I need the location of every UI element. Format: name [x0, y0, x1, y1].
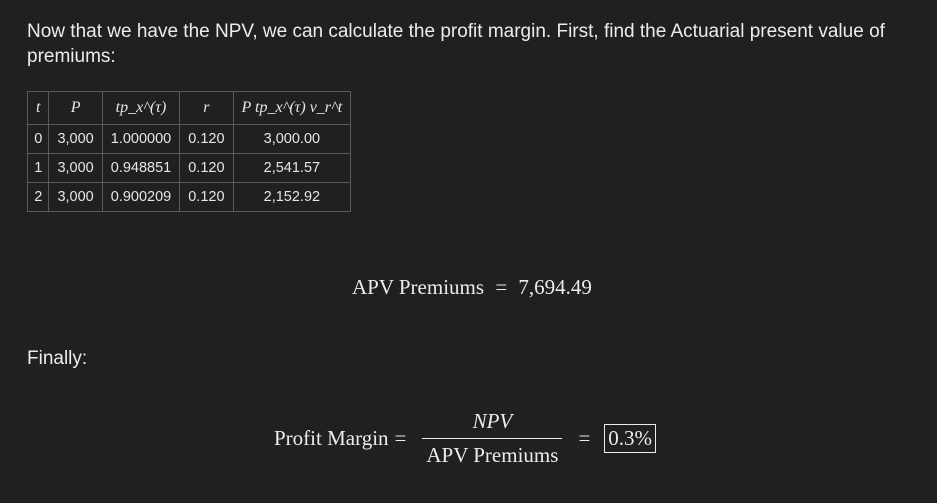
- table-cell: 0.120: [179, 124, 234, 154]
- table-row: 0 3,000 1.000000 0.120 3,000.00: [26, 124, 352, 154]
- apv-value: 7,694.49: [518, 275, 592, 299]
- table-cell: 0.900209: [101, 182, 181, 212]
- table-cell: 2,541.57: [232, 153, 352, 183]
- fraction-denominator: APV Premiums: [422, 437, 563, 468]
- profit-margin-label: Profit Margin: [274, 425, 389, 450]
- table-row: 2 3,000 0.900209 0.120 2,152.92: [26, 182, 352, 212]
- equals-sign: =: [578, 425, 591, 450]
- table-cell: 3,000: [48, 153, 103, 183]
- table-cell: 0.948851: [101, 153, 181, 183]
- table-cell: 0: [26, 124, 50, 154]
- table-row: 1 3,000 0.948851 0.120 2,541.57: [26, 153, 352, 183]
- table-cell: 1: [26, 153, 50, 183]
- column-header-t: t: [26, 91, 50, 125]
- table-cell: 2: [26, 182, 50, 212]
- table-cell: 0.120: [179, 182, 234, 212]
- fraction-numerator: NPV: [472, 408, 513, 433]
- apv-premiums-equation: APV Premiums = 7,694.49: [352, 275, 592, 300]
- table-cell: 3,000.00: [232, 124, 352, 154]
- column-header-r: r: [179, 91, 234, 125]
- table-cell: 0.120: [179, 153, 234, 183]
- table-header-row: t P tp_x^(τ) r P tp_x^(τ) v_r^t: [26, 91, 352, 125]
- profit-margin-equation: Profit Margin = NPV APV Premiums = 0.3%: [274, 406, 657, 470]
- table-cell: 3,000: [48, 182, 103, 212]
- column-header-discounted-premium: P tp_x^(τ) v_r^t: [232, 91, 352, 125]
- column-header-p: P: [48, 91, 103, 125]
- column-header-survival-prob: tp_x^(τ): [101, 91, 181, 125]
- apv-label: APV Premiums: [352, 275, 485, 299]
- equals-sign: =: [394, 425, 407, 450]
- table-cell: 1.000000: [101, 124, 181, 154]
- profit-margin-result: 0.3%: [604, 423, 657, 453]
- fraction: NPV APV Premiums: [422, 408, 563, 468]
- intro-paragraph: Now that we have the NPV, we can calcula…: [27, 21, 885, 67]
- premiums-table: t P tp_x^(τ) r P tp_x^(τ) v_r^t 0 3,000 …: [26, 91, 352, 212]
- equals-sign: =: [495, 275, 508, 299]
- table-cell: 2,152.92: [232, 182, 352, 212]
- finally-text: Finally:: [27, 348, 88, 369]
- table-cell: 3,000: [48, 124, 103, 154]
